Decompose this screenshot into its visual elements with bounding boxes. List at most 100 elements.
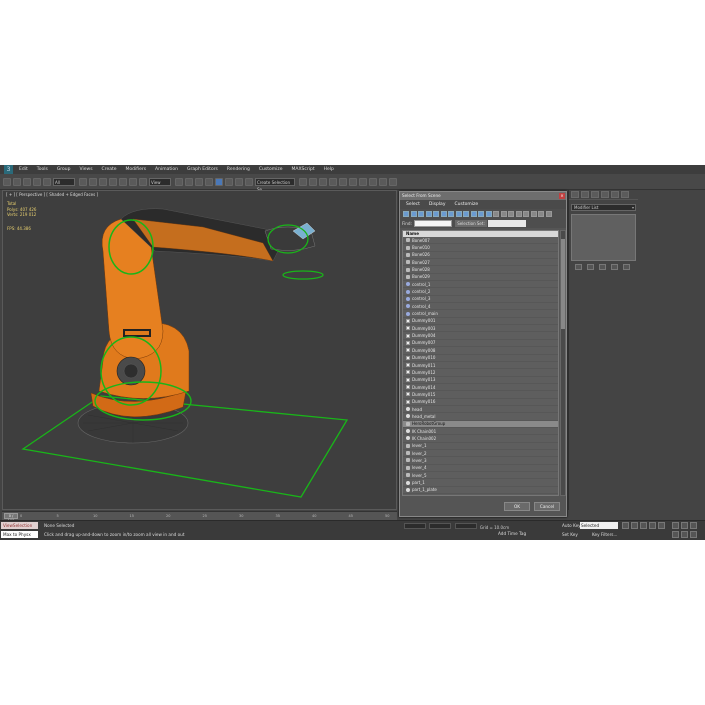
list-item[interactable]: lever_5 (403, 472, 558, 480)
render-production-icon[interactable] (389, 177, 397, 186)
app-logo-icon[interactable]: 3 (4, 165, 13, 174)
display-tab-icon[interactable] (611, 191, 619, 198)
list-item[interactable]: Bone029 (403, 274, 558, 282)
menu-modifiers[interactable]: Modifiers (126, 167, 147, 172)
list-item[interactable]: part_1_plate (403, 487, 558, 495)
dialog-menu-display[interactable]: Display (429, 202, 446, 207)
maxscript-listener-bottom[interactable]: Max to Physx (1, 531, 38, 538)
menu-create[interactable]: Create (102, 167, 117, 172)
previous-frame-icon[interactable] (631, 522, 638, 529)
shape-filter-icon[interactable] (410, 211, 417, 217)
window-crossing-icon[interactable] (109, 177, 117, 186)
rotate-icon[interactable] (129, 177, 137, 186)
modify-tab-icon[interactable] (581, 191, 589, 198)
list-item[interactable]: lever_4 (403, 465, 558, 472)
render-setup-icon[interactable] (369, 177, 377, 186)
orbit-icon[interactable] (690, 531, 697, 538)
rendered-frame-window-icon[interactable] (379, 177, 387, 186)
angle-snap-icon[interactable] (215, 177, 223, 186)
show-end-result-icon[interactable] (587, 264, 594, 270)
list-item[interactable]: Dummy010 (403, 355, 558, 362)
zoom-extents-icon[interactable] (690, 522, 697, 529)
ok-button[interactable]: OK (504, 502, 530, 511)
list-item[interactable]: lever_1 (403, 443, 558, 450)
list-item[interactable]: Dummy013 (403, 377, 558, 384)
menu-graph-editors[interactable]: Graph Editors (187, 167, 218, 172)
helper-filter-icon[interactable] (433, 211, 439, 217)
go-to-end-icon[interactable] (658, 522, 665, 529)
list-item[interactable]: Bone028 (403, 266, 558, 274)
unlink-icon[interactable] (33, 177, 41, 186)
list-item[interactable]: Dummy007 (403, 340, 558, 348)
pin-stack-icon[interactable] (575, 264, 582, 270)
key-mode-dropdown[interactable]: Selected (580, 522, 618, 529)
keyboard-shortcut-icon[interactable] (195, 177, 203, 186)
list-item[interactable]: HeroRobotGroup (403, 420, 558, 428)
menu-tools[interactable]: Tools (37, 167, 48, 172)
list-item[interactable]: Dummy003 (403, 325, 558, 333)
graphite-ribbon-icon[interactable] (329, 177, 337, 186)
list-item[interactable]: part_2 (403, 494, 558, 496)
list-item[interactable]: Bone010 (403, 244, 558, 252)
list-item[interactable]: Dummy012 (403, 369, 558, 377)
dialog-menu-customize[interactable]: Customize (454, 202, 478, 207)
find-input[interactable] (414, 220, 452, 227)
play-icon[interactable] (640, 522, 647, 529)
cancel-button[interactable]: Cancel (534, 502, 560, 511)
mirror-icon[interactable] (299, 177, 307, 186)
list-item[interactable]: control_1 (403, 281, 558, 289)
configure-columns-icon[interactable] (545, 211, 552, 217)
list-item[interactable]: Bone027 (403, 259, 558, 267)
list-item[interactable]: lever_3 (403, 457, 558, 465)
display-all-icon[interactable] (493, 211, 499, 217)
viewport-label[interactable]: [ + ] [ Perspective ] [ Shaded + Edged F… (6, 192, 98, 197)
menu-group[interactable]: Group (57, 167, 71, 172)
list-item[interactable]: Dummy001 (403, 318, 558, 326)
set-key-button[interactable]: Set Key (562, 532, 578, 537)
go-to-start-icon[interactable] (622, 522, 629, 529)
list-item[interactable]: control_3 (403, 296, 558, 304)
selection-filter-dropdown[interactable]: All (53, 177, 75, 186)
frozen-filter-icon[interactable] (478, 211, 484, 217)
add-time-tag-button[interactable]: Add Time Tag (498, 531, 526, 536)
list-item[interactable]: Bone007 (403, 237, 558, 245)
menu-edit[interactable]: Edit (19, 167, 28, 172)
percent-snap-icon[interactable] (225, 177, 233, 186)
pan-view-icon[interactable] (681, 531, 688, 538)
geometry-filter-icon[interactable] (403, 211, 409, 217)
sort-icon[interactable] (515, 211, 522, 217)
field-of-view-icon[interactable] (672, 531, 679, 538)
time-slider[interactable]: 0 / 100 (4, 513, 18, 523)
list-scrollbar[interactable] (560, 230, 566, 496)
select-by-name-icon[interactable] (89, 177, 97, 186)
select-object-icon[interactable] (79, 177, 87, 186)
configure-modifier-sets-icon[interactable] (623, 264, 630, 270)
container-filter-icon[interactable] (470, 211, 477, 217)
light-filter-icon[interactable] (418, 211, 424, 217)
edit-named-selection-icon[interactable] (245, 177, 253, 186)
schematic-view-icon[interactable] (349, 177, 357, 186)
layer-manager-icon[interactable] (319, 177, 327, 186)
list-item[interactable]: part_1 (403, 479, 558, 487)
list-item[interactable]: Bone026 (403, 252, 558, 260)
motion-tab-icon[interactable] (601, 191, 609, 198)
select-manipulate-icon[interactable] (185, 177, 193, 186)
list-item[interactable]: Dummy016 (403, 399, 558, 406)
link-icon[interactable] (23, 177, 31, 186)
create-tab-icon[interactable] (571, 191, 579, 198)
modifier-list-dropdown[interactable]: Modifier List ▾ (571, 204, 636, 211)
invert-display-icon[interactable] (508, 211, 514, 217)
list-item[interactable]: Dummy014 (403, 384, 558, 392)
undo-icon[interactable] (3, 177, 11, 186)
make-unique-icon[interactable] (599, 264, 606, 270)
list-item[interactable]: Dummy015 (403, 391, 558, 399)
list-item[interactable]: control_2 (403, 288, 558, 296)
y-coordinate-field[interactable] (429, 523, 452, 529)
xref-filter-icon[interactable] (455, 211, 462, 217)
scene-object-list[interactable]: Name Bone007 Bone010 Bone026 Bone027 Bone028… (402, 230, 559, 496)
list-item[interactable]: control_4 (403, 303, 558, 311)
snaps-toggle-icon[interactable] (205, 177, 213, 186)
list-item[interactable]: lever_2 (403, 450, 558, 458)
list-item[interactable]: control_main (403, 310, 558, 318)
redo-icon[interactable] (13, 177, 21, 186)
